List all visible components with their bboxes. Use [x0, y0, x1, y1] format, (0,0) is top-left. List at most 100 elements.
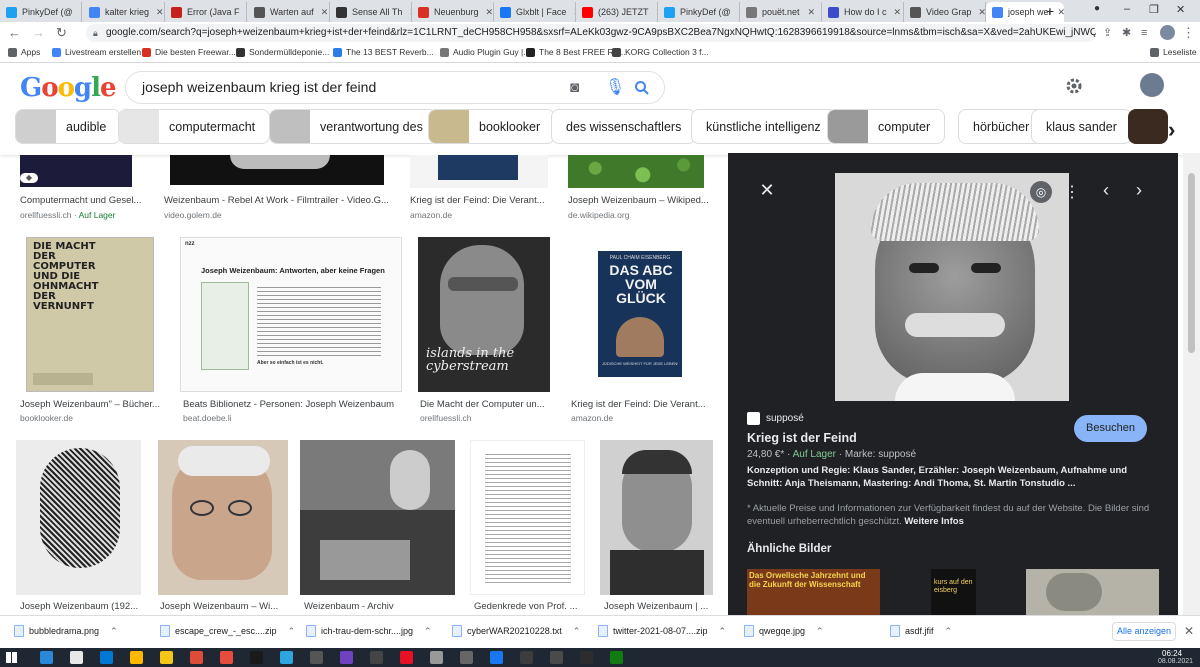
browser-tab[interactable]: Neuenburg ✕	[412, 2, 494, 22]
chip-künstliche-intelligenz[interactable]: künstliche intelligenz	[691, 109, 836, 144]
browser-tab[interactable]: How do I c ✕	[822, 2, 904, 22]
windows-start-icon[interactable]	[6, 652, 17, 663]
maximize-icon[interactable]: ❐	[1149, 3, 1159, 16]
preview-image[interactable]	[835, 173, 1069, 401]
taskbar-app-icon[interactable]	[310, 651, 323, 664]
window-close-icon[interactable]: ✕	[1176, 3, 1185, 16]
browser-tab[interactable]: Video Grap ✕	[904, 2, 986, 22]
chevron-up-icon[interactable]: ⌃	[573, 626, 581, 637]
result-image[interactable]: islands in the cyberstream	[418, 237, 550, 392]
google-logo[interactable]: Google	[20, 73, 117, 103]
taskbar-app-icon[interactable]	[280, 651, 293, 664]
close-icon[interactable]: ✕	[319, 7, 329, 18]
taskbar-app-icon[interactable]	[220, 651, 233, 664]
bookmark-item[interactable]: KORG Collection 3 f...	[612, 47, 709, 57]
close-icon[interactable]: ✕	[154, 7, 164, 18]
taskbar-app-icon[interactable]	[580, 651, 593, 664]
browser-tab[interactable]: Error (Java F ✕	[165, 2, 247, 22]
download-item[interactable]: escape_crew_-_esc....zip ⌃	[160, 625, 295, 637]
result-image[interactable]: PAUL CHAIM EISENBERG DAS ABC VOM GLÜCK J…	[568, 237, 714, 392]
similar-image[interactable]: Das Orwellsche Jahrzehnt und die Zukunft…	[747, 569, 880, 615]
taskbar-app-icon[interactable]	[340, 651, 353, 664]
browser-tab[interactable]: Warten auf ✕	[248, 2, 330, 22]
browser-tab[interactable]: kalter krieg ✕	[83, 2, 165, 22]
result-image[interactable]	[600, 440, 713, 595]
download-item[interactable]: twitter-2021-08-07....zip ⌃	[598, 625, 726, 637]
site-name[interactable]: supposé	[766, 413, 804, 424]
chip-klaus-sander[interactable]: klaus sander	[1031, 109, 1132, 144]
result-title[interactable]: Krieg ist der Feind: Die Verant...	[571, 399, 715, 410]
scrollbar-thumb[interactable]	[1188, 173, 1195, 353]
download-item[interactable]: ich-trau-dem-schr....jpg ⌃	[306, 625, 432, 637]
taskbar-app-icon[interactable]	[460, 651, 473, 664]
microphone-icon[interactable]: 🎙︎	[605, 77, 625, 97]
browser-tab[interactable]: Sense All Th✕	[330, 2, 412, 22]
result-title[interactable]: Joseph Weizenbaum – Wikiped...	[568, 195, 714, 206]
taskbar-app-icon[interactable]	[130, 651, 143, 664]
download-item[interactable]: cyberWAR20210228.txt ⌃	[452, 625, 580, 637]
chip-computer[interactable]: computer	[827, 109, 946, 144]
chip-verantwortung-des[interactable]: verantwortung des	[269, 109, 438, 144]
result-image[interactable]	[470, 440, 585, 595]
browser-tab[interactable]: PinkyDef (@✕	[658, 2, 740, 22]
browser-tab[interactable]: pouët.net ✕	[740, 2, 822, 22]
taskbar-app-icon[interactable]	[370, 651, 383, 664]
taskbar-app-icon[interactable]	[70, 651, 83, 664]
bookmark-item[interactable]: Audio Plugin Guy |...	[440, 47, 530, 57]
result-title[interactable]: Joseph Weizenbaum (192...	[20, 601, 142, 612]
more-options-icon[interactable]: ⋮	[1064, 182, 1080, 202]
close-icon[interactable]: ✕	[976, 7, 985, 18]
browser-tab[interactable]: Glxblt | Face✕	[494, 2, 576, 22]
extensions-icon[interactable]: ✱	[1122, 25, 1131, 41]
taskbar-app-icon[interactable]	[190, 651, 203, 664]
similar-image[interactable]: kurs auf den eisberg	[931, 569, 976, 615]
result-image[interactable]	[300, 440, 455, 595]
result-image[interactable]	[410, 155, 548, 188]
result-title[interactable]: Krieg ist der Feind: Die Verant...	[410, 195, 550, 206]
bookmark-item[interactable]: Die besten Freewar...	[142, 47, 236, 57]
taskbar-app-icon[interactable]	[250, 651, 263, 664]
gear-icon[interactable]	[1064, 76, 1084, 96]
result-image[interactable]	[568, 155, 704, 188]
bookmark-item[interactable]: The 8 Best FREE Re...	[526, 47, 625, 57]
chevron-up-icon[interactable]: ⌃	[424, 626, 432, 637]
result-title[interactable]: Joseph Weizenbaum | ...	[604, 601, 714, 612]
visit-button[interactable]: Besuchen	[1074, 415, 1147, 442]
back-icon[interactable]: ←	[8, 25, 21, 41]
taskbar-app-icon[interactable]	[430, 651, 443, 664]
result-image[interactable]	[16, 440, 141, 595]
taskbar-app-icon[interactable]	[160, 651, 173, 664]
close-icon[interactable]: ✕	[78, 7, 81, 18]
result-title[interactable]: Joseph Weizenbaum" – Bücher...	[20, 399, 164, 410]
playlist-icon[interactable]: ≡	[1141, 25, 1147, 41]
result-title[interactable]: Computermacht und Gesel...	[20, 195, 148, 206]
search-input[interactable]: joseph weizenbaum krieg ist der feind	[125, 71, 665, 104]
more-info-link[interactable]: Weitere Infos	[904, 516, 963, 527]
taskbar-app-icon[interactable]	[550, 651, 563, 664]
chip-thumbnail[interactable]	[1128, 109, 1168, 144]
result-title[interactable]: Joseph Weizenbaum – Wi...	[160, 601, 282, 612]
bookmark-item[interactable]: Livestream erstellen	[52, 47, 141, 57]
forward-icon[interactable]: →	[32, 25, 45, 41]
taskbar-app-icon[interactable]	[400, 651, 413, 664]
browser-tab[interactable]: (263) JETZT✕	[576, 2, 658, 22]
new-tab-button[interactable]: +	[1046, 3, 1054, 19]
chevron-up-icon[interactable]: ⌃	[945, 626, 953, 637]
taskbar-app-icon[interactable]	[100, 651, 113, 664]
result-title[interactable]: Weizenbaum - Rebel At Work - Filmtrailer…	[164, 195, 390, 206]
result-image[interactable]: nzz Joseph Weizenbaum: Antworten, aber k…	[180, 237, 402, 392]
taskbar-app-icon[interactable]	[610, 651, 623, 664]
show-all-downloads-button[interactable]: Alle anzeigen	[1112, 622, 1176, 641]
download-item[interactable]: asdf.jfif ⌃	[890, 625, 952, 637]
result-title[interactable]: Beats Biblionetz - Personen: Joseph Weiz…	[183, 399, 403, 410]
result-image[interactable]	[20, 155, 132, 187]
profile-avatar[interactable]	[1160, 25, 1175, 40]
close-icon[interactable]: ✕	[245, 7, 246, 18]
close-downloads-icon[interactable]: ✕	[1184, 624, 1194, 638]
bookmark-item[interactable]: Sondermülldeponie...	[236, 47, 329, 57]
chip-computermacht[interactable]: computermacht	[118, 109, 271, 144]
browser-tab[interactable]: PinkyDef (@✕	[0, 2, 82, 22]
chip-booklooker[interactable]: booklooker	[428, 109, 556, 144]
bookmark-item[interactable]: The 13 BEST Reverb...	[333, 47, 434, 57]
download-item[interactable]: qwegqe.jpg ⌃	[744, 625, 824, 637]
